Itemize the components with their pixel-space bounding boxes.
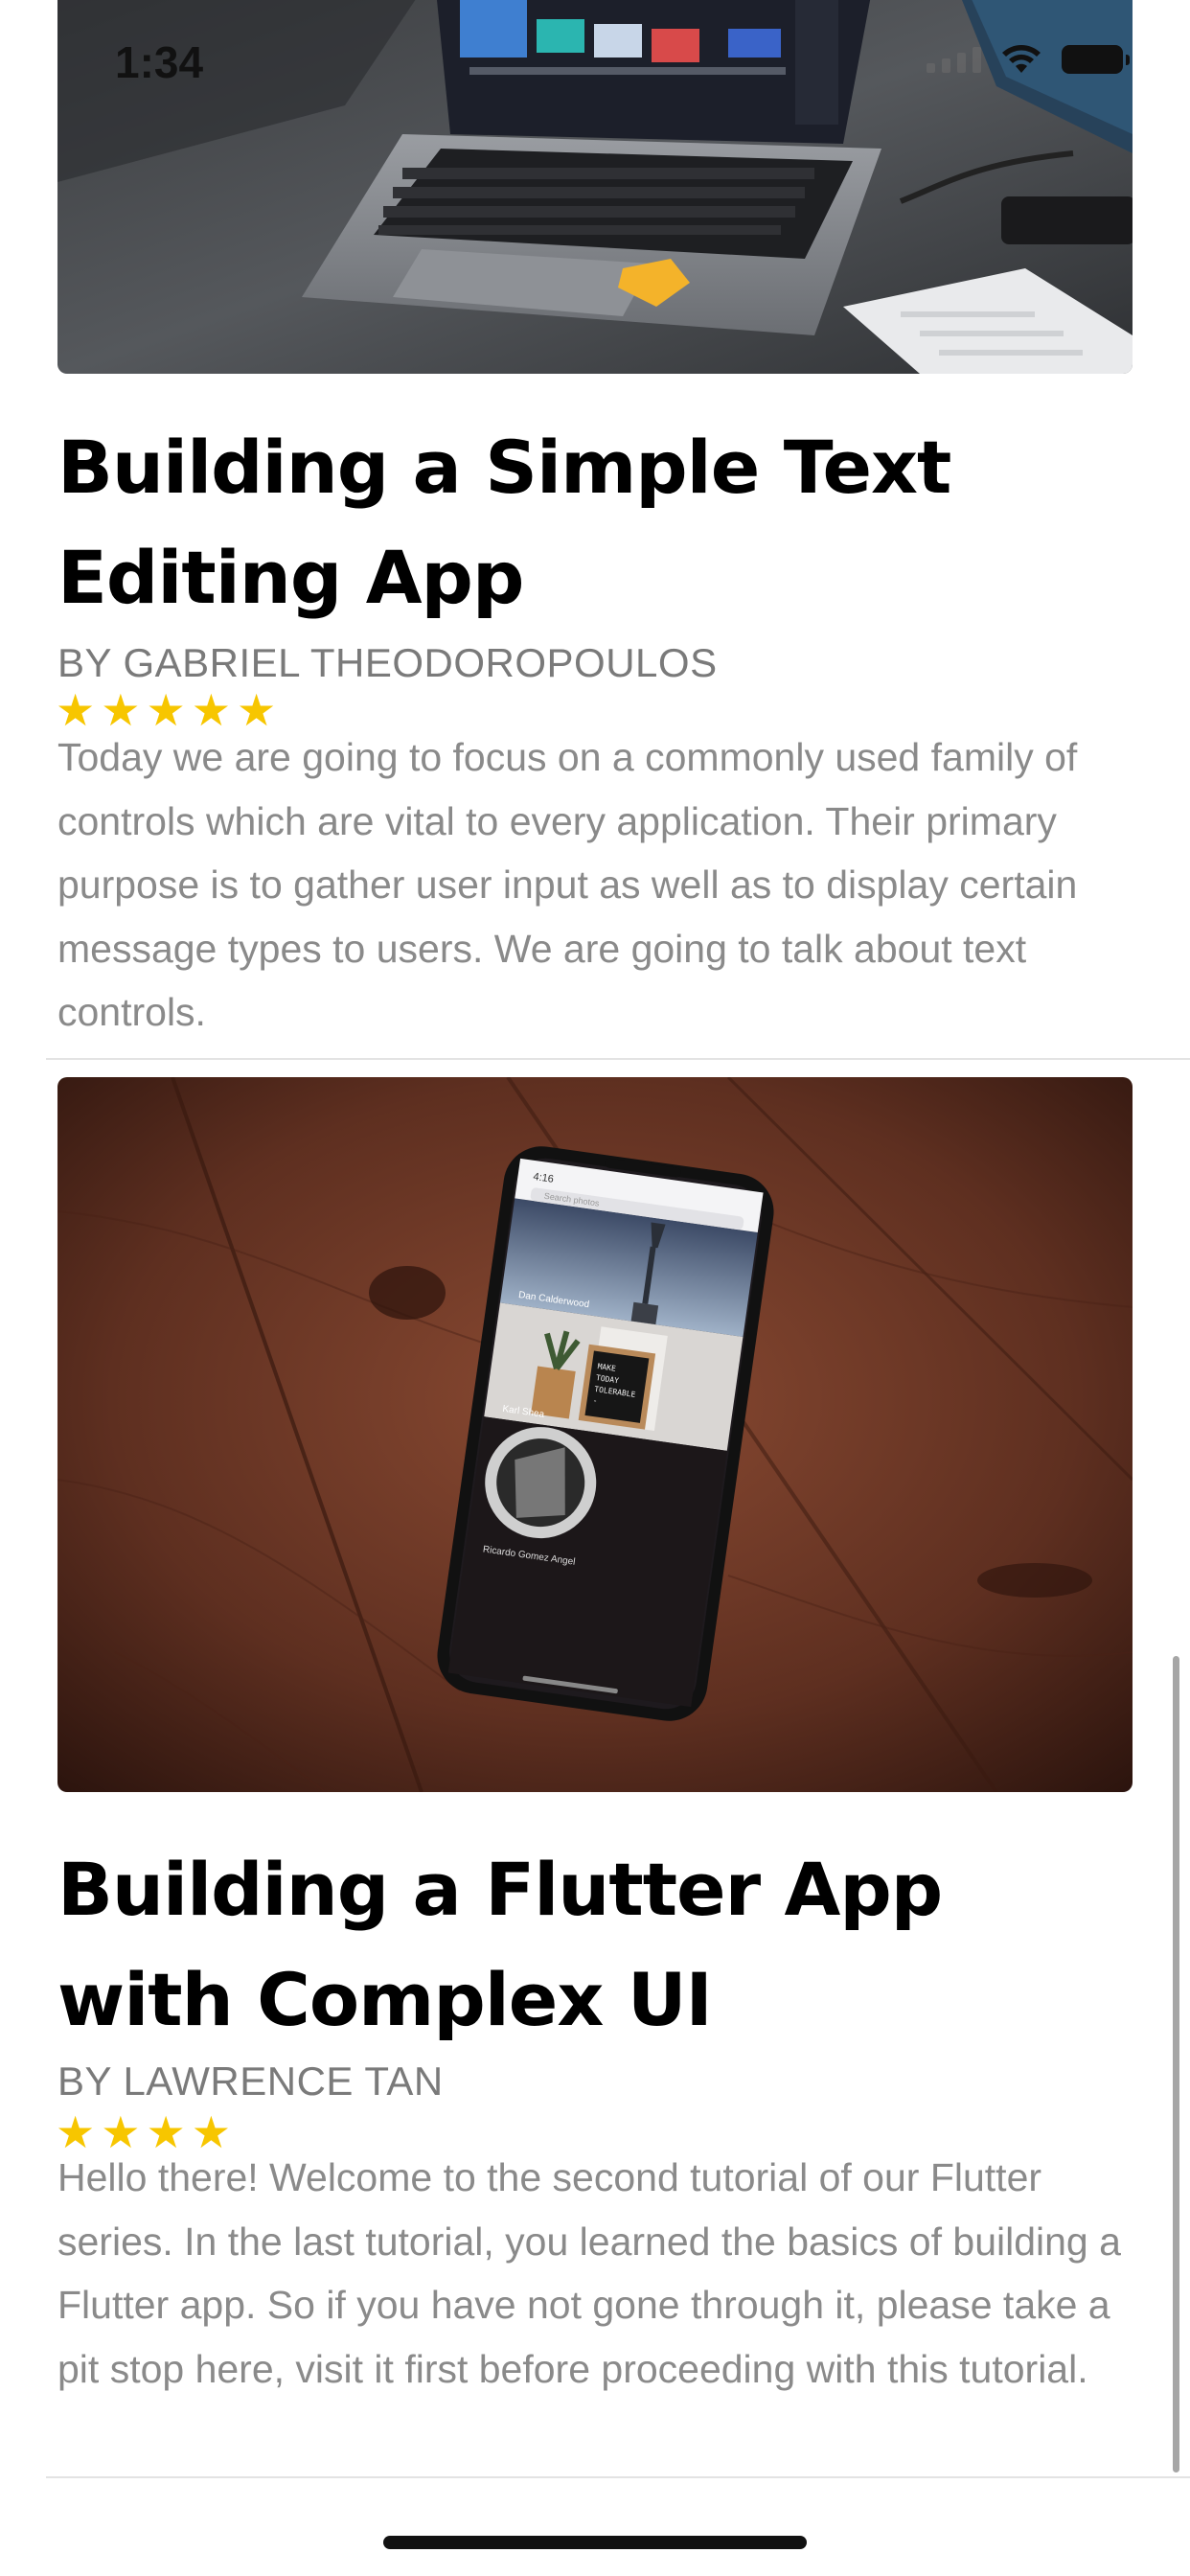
status-icons xyxy=(927,44,1130,75)
article-card[interactable]: Building a Simple Text Editing App BY GA… xyxy=(0,0,1190,1058)
status-bar: 1:34 xyxy=(0,0,1190,126)
home-indicator[interactable] xyxy=(383,2536,807,2549)
phone-on-wooden-table-photo: 4:16 Search photos Dan Calderwood MAKE T… xyxy=(57,1077,1133,1792)
article-card[interactable]: 4:16 Search photos Dan Calderwood MAKE T… xyxy=(0,1060,1190,2476)
scroll-indicator[interactable] xyxy=(1173,1656,1179,2472)
article-author: BY LAWRENCE TAN xyxy=(57,2058,444,2104)
wifi-icon xyxy=(1002,45,1041,73)
article-image: 4:16 Search photos Dan Calderwood MAKE T… xyxy=(57,1077,1133,1792)
battery-icon xyxy=(1062,45,1130,74)
status-time: 1:34 xyxy=(115,37,204,87)
article-title[interactable]: Building a Simple Text Editing App xyxy=(57,412,1140,632)
article-excerpt: Today we are going to focus on a commonl… xyxy=(57,735,1078,1034)
cellular-signal-icon xyxy=(927,46,981,73)
row-divider xyxy=(46,2476,1190,2478)
article-author: BY GABRIEL THEODOROPOULOS xyxy=(57,640,718,685)
article-title[interactable]: Building a Flutter App with Complex UI xyxy=(57,1834,1140,2055)
article-excerpt: Hello there! Welcome to the second tutor… xyxy=(57,2155,1121,2391)
